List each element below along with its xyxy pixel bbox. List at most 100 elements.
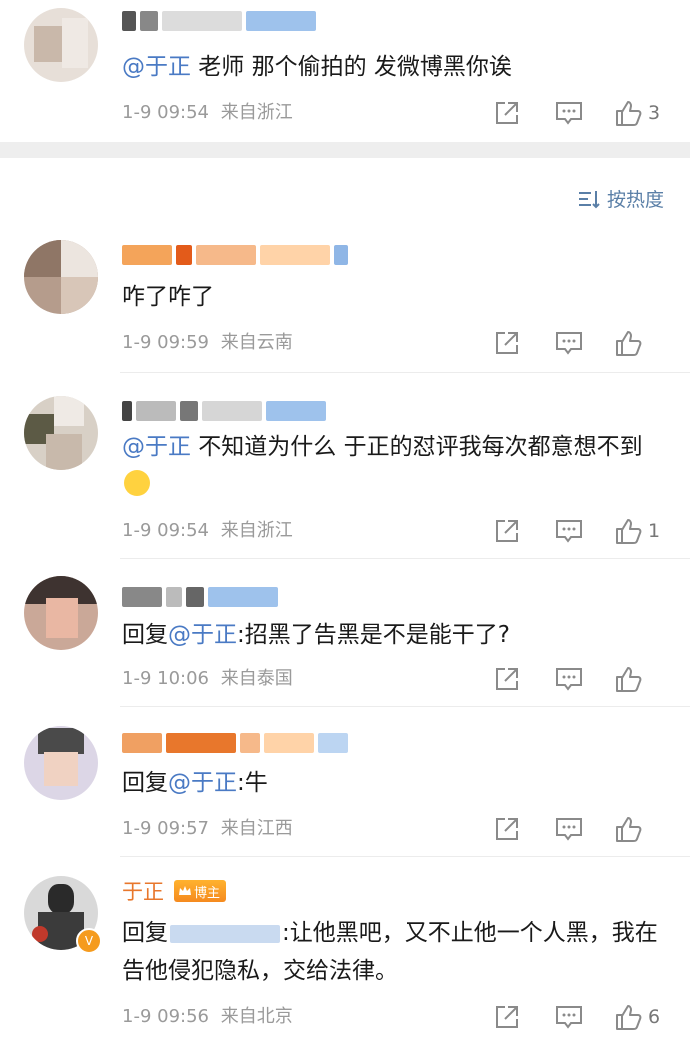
comment-text: 回复:让他黑吧，又不止他一个人黑，我在告他侵犯隐私，交给法律。	[122, 920, 658, 984]
section-separator	[0, 142, 690, 158]
username-redacted[interactable]	[122, 8, 316, 34]
comment-location: 来自江西	[220, 818, 293, 839]
share-button[interactable]	[492, 1002, 522, 1032]
comment-item: @于正 老师 那个偷拍的 发微博黑你诶 1-9 09:54 来自浙江 3	[0, 0, 690, 140]
share-icon	[496, 520, 518, 542]
sort-icon	[578, 190, 600, 208]
reply-button[interactable]	[554, 516, 584, 546]
comment-icon	[556, 668, 582, 691]
comment-meta: 1-9 09:54 来自浙江	[122, 100, 293, 126]
like-button[interactable]: 1	[614, 517, 662, 545]
divider	[120, 706, 690, 707]
mention-link[interactable]: @于正	[168, 770, 237, 796]
like-button[interactable]	[614, 665, 662, 693]
comment-text: @于正 不知道为什么 于正的怼评我每次都意想不到	[122, 428, 667, 504]
comment-actions	[460, 328, 662, 358]
share-icon	[496, 102, 518, 124]
comment-item: 回复@于正:招黑了告黑是不是能干了? 1-9 10:06 来自泰国	[0, 570, 690, 708]
like-count: 1	[648, 520, 661, 542]
username-redacted[interactable]	[122, 242, 348, 268]
mention-link[interactable]: @于正	[168, 622, 237, 648]
thumbs-up-icon	[616, 331, 642, 356]
share-icon	[496, 668, 518, 690]
avatar[interactable]	[24, 576, 98, 650]
reply-button[interactable]	[554, 98, 584, 128]
comment-icon	[556, 332, 582, 355]
sort-toggle[interactable]: 按热度	[577, 185, 664, 212]
crown-icon	[179, 886, 191, 895]
verified-badge-icon: V	[76, 928, 102, 954]
share-button[interactable]	[492, 664, 522, 694]
comment-actions	[460, 814, 662, 844]
reply-button[interactable]	[554, 328, 584, 358]
comment-time: 1-9 09:56	[122, 1006, 209, 1027]
comment-meta: 1-9 09:56 来自北京	[122, 1004, 293, 1030]
comment-text: @于正 老师 那个偷拍的 发微博黑你诶	[122, 54, 512, 80]
reply-button[interactable]	[554, 814, 584, 844]
comment-actions	[460, 664, 662, 694]
avatar[interactable]	[24, 240, 98, 314]
reply-button[interactable]	[554, 1002, 584, 1032]
thumbs-up-icon	[616, 101, 642, 126]
divider	[120, 856, 690, 857]
share-button[interactable]	[492, 98, 522, 128]
username[interactable]: 于正 博主	[122, 878, 227, 904]
thumbs-up-icon	[616, 817, 642, 842]
comment-time: 1-9 09:54	[122, 102, 209, 123]
comment-time: 1-9 09:59	[122, 332, 209, 353]
like-button[interactable]: 3	[614, 99, 662, 127]
avatar[interactable]	[24, 726, 98, 800]
divider	[120, 372, 690, 373]
comment-text: 咋了咋了	[122, 284, 214, 310]
username-redacted[interactable]	[122, 730, 348, 756]
comment-location: 来自泰国	[220, 668, 293, 689]
share-icon	[496, 332, 518, 354]
comment-actions: 6	[460, 1002, 662, 1032]
reply-button[interactable]	[554, 664, 584, 694]
comment-text: 回复@于正:招黑了告黑是不是能干了?	[122, 622, 510, 648]
thumbs-up-icon	[616, 519, 642, 544]
like-button[interactable]	[614, 329, 662, 357]
comment-item: 回复@于正:牛 1-9 09:57 来自江西	[0, 718, 690, 858]
comment-meta: 1-9 09:59 来自云南	[122, 330, 293, 356]
comment-location: 来自浙江	[220, 102, 293, 123]
comment-location: 来自北京	[220, 1006, 293, 1027]
username-redacted[interactable]	[122, 398, 326, 424]
divider	[120, 558, 690, 559]
comment-item: @于正 不知道为什么 于正的怼评我每次都意想不到 1-9 09:54 来自浙江 …	[0, 386, 690, 560]
comment-location: 来自云南	[220, 332, 293, 353]
comment-location: 来自浙江	[220, 520, 293, 541]
thumbs-up-icon	[616, 1005, 642, 1030]
comment-actions: 3	[460, 98, 662, 128]
mention-link[interactable]: @于正	[122, 434, 191, 460]
laughing-crying-emoji-icon	[124, 470, 150, 496]
username-text: 于正	[122, 880, 164, 904]
share-button[interactable]	[492, 328, 522, 358]
mention-link[interactable]: @于正	[122, 54, 191, 80]
like-button[interactable]	[614, 815, 662, 843]
comment-item: V 于正 博主 回复:让他黑吧，又不止他一个人黑，我在告他侵犯隐私，交给法律。 …	[0, 866, 690, 1054]
comment-meta: 1-9 10:06 来自泰国	[122, 666, 293, 692]
username-redacted[interactable]	[122, 584, 278, 610]
share-icon	[496, 818, 518, 840]
comment-icon	[556, 1006, 582, 1029]
comment-icon	[556, 520, 582, 543]
share-icon	[496, 1006, 518, 1028]
comment-icon	[556, 818, 582, 841]
comment-icon	[556, 102, 582, 125]
avatar[interactable]	[24, 396, 98, 470]
like-button[interactable]: 6	[614, 1003, 662, 1031]
share-button[interactable]	[492, 814, 522, 844]
comment-time: 1-9 09:57	[122, 818, 209, 839]
comment-item: 咋了咋了 1-9 09:59 来自云南	[0, 228, 690, 374]
author-badge: 博主	[174, 880, 227, 902]
comment-text: 回复@于正:牛	[122, 770, 268, 796]
comment-actions: 1	[460, 516, 662, 546]
sort-label: 按热度	[606, 189, 664, 211]
like-count: 3	[648, 102, 661, 124]
avatar[interactable]	[24, 8, 98, 82]
like-count: 6	[648, 1006, 661, 1028]
share-button[interactable]	[492, 516, 522, 546]
comment-time: 1-9 10:06	[122, 668, 209, 689]
redacted-mention	[170, 924, 280, 943]
